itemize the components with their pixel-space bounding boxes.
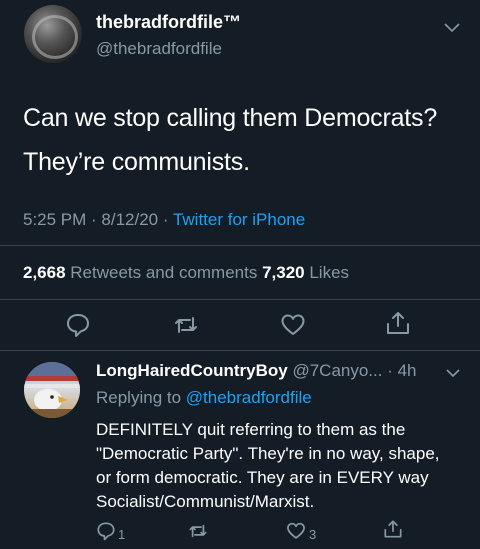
author-avatar[interactable]: [24, 5, 82, 63]
likes-label: Likes: [304, 263, 350, 282]
replying-to-link[interactable]: @thebradfordfile: [186, 388, 312, 407]
chevron-down-icon[interactable]: [446, 369, 460, 378]
tweet-time-date: 5:25 PM · 8/12/20 ·: [23, 210, 173, 229]
comment-icon[interactable]: [96, 521, 116, 541]
likes-count: 7,320: [262, 263, 305, 282]
reply-handle-time: @7Canyo... · 4h: [287, 361, 417, 380]
reply-display-name[interactable]: LongHairedCountryBoy: [96, 361, 288, 380]
reply-text: DEFINITELY quit referring to them as the…: [96, 420, 440, 511]
author-display-name[interactable]: thebradfordfile™: [96, 12, 241, 33]
divider: [0, 299, 480, 300]
tweet-text-line-1: Can we stop calling them Democrats?: [23, 104, 438, 132]
share-icon[interactable]: [385, 310, 411, 336]
heart-icon[interactable]: [286, 521, 306, 541]
comment-icon[interactable]: [65, 312, 91, 338]
tweet-timestamp: 5:25 PM · 8/12/20 · Twitter for iPhone: [23, 210, 305, 230]
retweet-icon[interactable]: [188, 521, 208, 541]
tweet-stats[interactable]: 2,668 Retweets and comments 7,320 Likes: [23, 263, 349, 283]
retweets-count: 2,668: [23, 263, 66, 282]
heart-icon[interactable]: [280, 312, 306, 338]
replying-to: Replying to @thebradfordfile: [96, 388, 312, 408]
retweet-icon[interactable]: [173, 312, 199, 338]
like-count: 3: [309, 527, 317, 542]
retweets-label: Retweets and comments: [65, 263, 263, 282]
chevron-down-icon[interactable]: [444, 23, 460, 33]
tweet-text-line-2: They’re communists.: [23, 148, 250, 176]
reply-author-avatar[interactable]: [24, 362, 80, 418]
author-handle[interactable]: @thebradfordfile: [96, 39, 222, 59]
divider: [0, 245, 480, 246]
divider: [0, 350, 480, 351]
eagle-flag-image: [24, 362, 80, 418]
replying-prefix: Replying to: [96, 388, 186, 407]
share-icon[interactable]: [383, 519, 403, 539]
reply-count: 1: [118, 527, 126, 542]
tweet-source-link[interactable]: Twitter for iPhone: [173, 210, 305, 229]
reply-author[interactable]: LongHairedCountryBoy @7Canyo... · 4h: [96, 361, 417, 381]
